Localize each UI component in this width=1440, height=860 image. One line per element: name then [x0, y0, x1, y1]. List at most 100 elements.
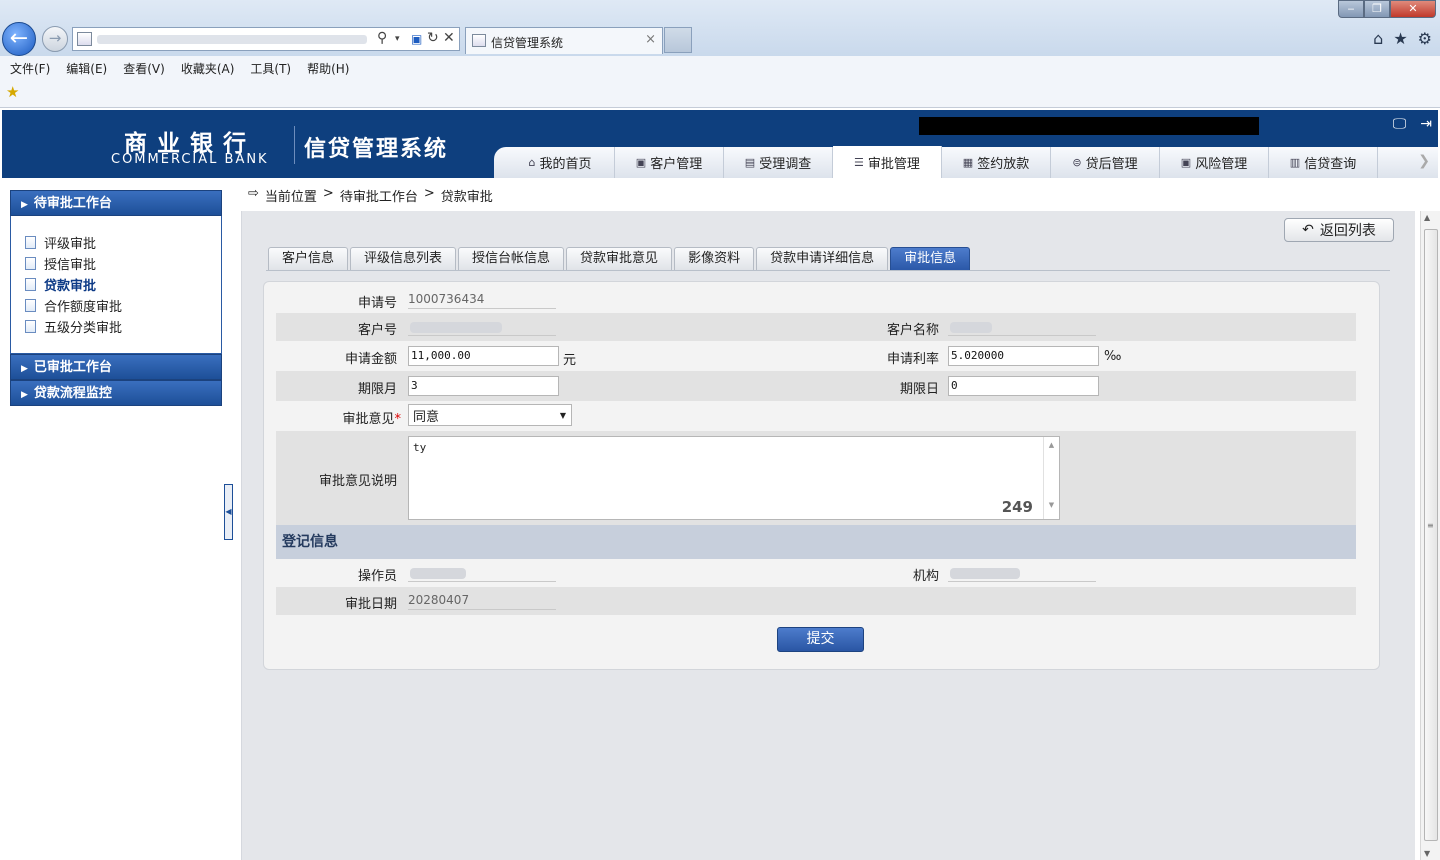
close-icon[interactable]: ✕	[1390, 0, 1436, 18]
refresh-icon[interactable]: ↻	[427, 30, 439, 46]
breadcrumb-current: 贷款审批	[440, 190, 493, 205]
sidebar-item-rating-approval[interactable]: 评级审批	[25, 232, 221, 253]
favorites-star-icon[interactable]: ★	[1393, 29, 1407, 48]
menu-tools[interactable]: 工具(T)	[250, 56, 299, 78]
menu-favorites[interactable]: 收藏夹(A)	[181, 56, 243, 78]
sidebar-item-loan-approval[interactable]: 贷款审批	[25, 274, 221, 295]
nav-post-loan[interactable]: ⊜ 贷后管理	[1051, 147, 1160, 178]
stop-icon[interactable]: ✕	[443, 30, 455, 46]
tab-loan-details[interactable]: 贷款申请详细信息	[756, 247, 889, 270]
browser-tab-title: 信贷管理系统	[491, 36, 564, 50]
expand-icon: ▶	[21, 200, 28, 210]
bank-logo-en: COMMERCIAL BANK	[111, 152, 269, 167]
tab-customer-info[interactable]: 客户信息	[268, 247, 349, 270]
menu-edit[interactable]: 编辑(E)	[66, 56, 115, 78]
tab-close-icon[interactable]: ×	[645, 32, 656, 47]
opinion-select[interactable]: 同意 ▼	[408, 404, 572, 426]
nav-survey[interactable]: ▤ 受理调查	[724, 147, 833, 178]
tab-images[interactable]: 影像资料	[674, 247, 755, 270]
expand-icon: ▶	[21, 390, 28, 400]
system-name: 信贷管理系统	[304, 137, 449, 162]
settings-gear-icon[interactable]: ⚙	[1418, 29, 1432, 48]
address-url-redacted	[97, 35, 367, 44]
add-favorite-icon[interactable]: ★	[6, 83, 19, 101]
query-icon: ▥	[1289, 156, 1301, 169]
rate-unit: ‰	[1104, 349, 1122, 364]
back-arrow-icon[interactable]: ←	[2, 22, 36, 56]
tab-credit-ledger[interactable]: 授信台帐信息	[458, 247, 565, 270]
nav-risk[interactable]: ▣ 风险管理	[1160, 147, 1269, 178]
scroll-up-icon[interactable]: ▲	[1424, 213, 1430, 222]
operator-value	[408, 565, 556, 582]
scroll-down-icon[interactable]: ▼	[1424, 849, 1430, 858]
back-to-list-button[interactable]: ↶ 返回列表	[1284, 218, 1394, 242]
registration-section-title: 登记信息	[276, 525, 1356, 559]
detail-tabs: 客户信息 评级信息列表 授信台帐信息 贷款审批意见 影像资料 贷款申请详细信息 …	[268, 247, 971, 270]
sidebar: ▶ 待审批工作台 评级审批 授信审批 贷款审批 合作额度审批 五级分类审批 ▶ 已审…	[10, 190, 222, 410]
textarea-scrollbar[interactable]: ▲ ▼	[1043, 437, 1059, 519]
redacted-customer-no	[410, 322, 502, 333]
sidebar-collapse-handle[interactable]: ◀	[224, 484, 233, 540]
minimize-icon[interactable]: ‒	[1338, 0, 1364, 18]
opinion-label: 审批意见*	[342, 412, 401, 427]
window-controls: ‒ ❐ ✕	[1338, 0, 1436, 18]
tab-approval-info[interactable]: 审批信息	[890, 247, 971, 270]
sidebar-group-monitor[interactable]: ▶ 贷款流程监控	[10, 380, 222, 406]
customer-name-value	[948, 319, 1096, 336]
new-tab-button[interactable]	[664, 27, 692, 53]
scroll-down-icon[interactable]: ▼	[1044, 501, 1059, 509]
sidebar-group-pending[interactable]: ▶ 待审批工作台	[10, 190, 222, 216]
home-icon: ⌂	[528, 156, 536, 169]
redacted-customer-name	[950, 322, 992, 333]
browser-tab[interactable]: 信贷管理系统 ×	[465, 27, 663, 54]
document-icon	[25, 278, 36, 291]
scrollbar-thumb[interactable]	[1424, 229, 1438, 841]
desktop-icon[interactable]: 🖵	[1393, 116, 1407, 132]
application-no-label: 申请号	[357, 296, 397, 311]
menu-file[interactable]: 文件(F)	[10, 56, 58, 78]
scroll-up-icon[interactable]: ▲	[1044, 441, 1059, 449]
nav-next-icon[interactable]: ❯	[1418, 153, 1430, 169]
org-label: 机构	[912, 569, 939, 584]
forward-arrow-icon[interactable]: →	[42, 26, 68, 52]
term-month-input[interactable]: 3	[408, 376, 559, 396]
maximize-icon[interactable]: ❐	[1364, 0, 1390, 18]
menu-help[interactable]: 帮助(H)	[307, 56, 357, 78]
org-value	[948, 565, 1096, 582]
tab-rating-list[interactable]: 评级信息列表	[350, 247, 457, 270]
sidebar-item-five-class-approval[interactable]: 五级分类审批	[25, 316, 221, 337]
breadcrumb-pending[interactable]: 待审批工作台	[340, 186, 418, 205]
nav-customer[interactable]: ▣ 客户管理	[615, 147, 724, 178]
nav-home[interactable]: ⌂ 我的首页	[506, 147, 615, 178]
rate-input[interactable]: 5.020000	[948, 346, 1099, 366]
dropdown-icon[interactable]: ▾	[395, 34, 400, 44]
sidebar-item-credit-approval[interactable]: 授信审批	[25, 253, 221, 274]
opinion-desc-textarea[interactable]: ty 249 ▲ ▼	[408, 436, 1060, 520]
main-nav: ⌂ 我的首页 ▣ 客户管理 ▤ 受理调查 ☰ 审批管理 ▦ 签约放款 ⊜ 贷后管理 ▣ 风险管…	[494, 146, 1438, 178]
approval-date-value: 20280407	[408, 593, 556, 610]
submit-button[interactable]: 提交	[777, 627, 864, 652]
tab-loan-opinion[interactable]: 贷款审批意见	[566, 247, 673, 270]
logout-icon[interactable]: ⇥	[1420, 116, 1432, 132]
survey-icon: ▤	[744, 156, 756, 169]
amount-input[interactable]: 11,000.00	[408, 346, 559, 366]
page-icon	[77, 32, 92, 46]
logo-divider	[294, 126, 295, 164]
search-icon[interactable]: ⚲	[377, 30, 387, 46]
sidebar-item-coop-limit-approval[interactable]: 合作额度审批	[25, 295, 221, 316]
operator-label: 操作员	[357, 569, 397, 584]
term-month-label: 期限月	[357, 382, 397, 397]
menu-view[interactable]: 查看(V)	[123, 56, 173, 78]
home-icon[interactable]: ⌂	[1373, 29, 1383, 48]
page-scrollbar[interactable]: ▲ ≡ ▼	[1420, 211, 1440, 860]
application-no-value: 1000736434	[408, 292, 556, 309]
compat-view-icon[interactable]: ▣	[411, 32, 422, 46]
term-day-input[interactable]: 0	[948, 376, 1099, 396]
address-bar[interactable]: ⚲ ▾ ▣ ↻ ✕	[72, 27, 460, 51]
nav-query[interactable]: ▥ 信贷查询	[1269, 147, 1378, 178]
nav-approval[interactable]: ☰ 审批管理	[833, 146, 942, 178]
browser-toolbar: ← → ⚲ ▾ ▣ ↻ ✕ 信贷管理系统 × ‒ ❐ ✕ ⌂ ★ ⚙	[0, 0, 1440, 56]
nav-contract[interactable]: ▦ 签约放款	[942, 147, 1051, 178]
document-icon	[25, 236, 36, 249]
sidebar-group-approved[interactable]: ▶ 已审批工作台	[10, 354, 222, 380]
